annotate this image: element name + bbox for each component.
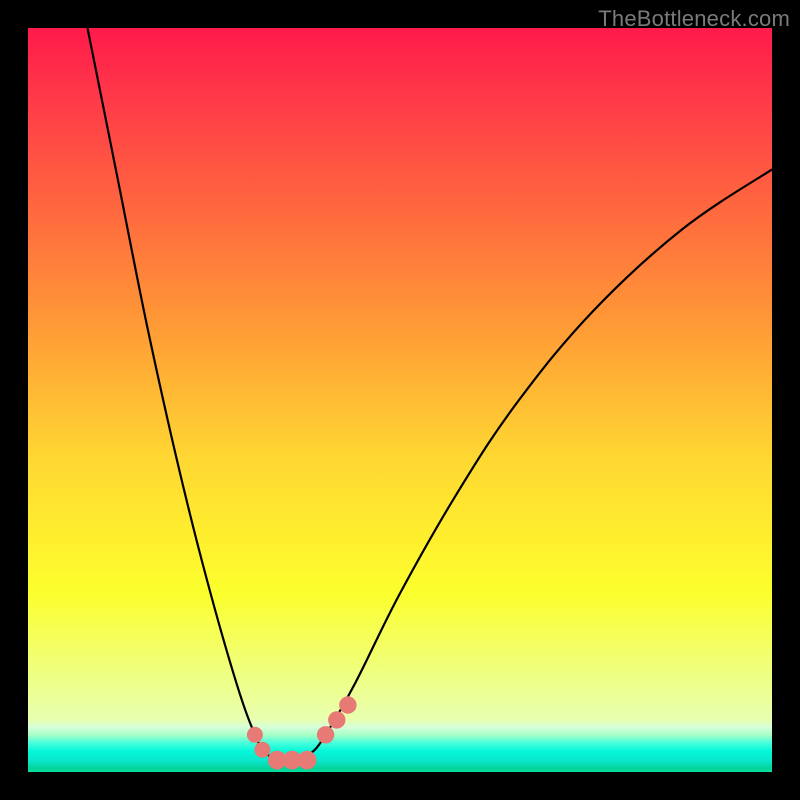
watermark-text: TheBottleneck.com	[598, 6, 790, 32]
chart-plot-area	[28, 28, 772, 772]
